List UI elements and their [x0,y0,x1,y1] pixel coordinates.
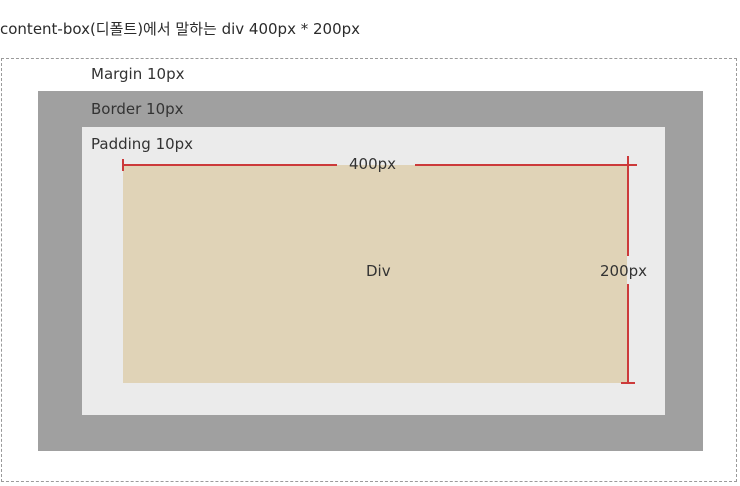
border-label: Border 10px [91,100,184,118]
padding-label: Padding 10px [91,135,194,153]
width-dimension-tick-left [122,159,124,171]
margin-label: Margin 10px [91,65,185,83]
width-dimension-line-left [123,164,337,166]
height-dimension-line-top [627,156,629,256]
diagram-title: content-box(디폴트)에서 말하는 div 400px * 200px [0,20,361,38]
height-dimension-line-bottom [627,284,629,383]
content-label: Div [366,262,391,280]
height-dimension-label: 200px [600,262,648,280]
height-dimension-tick-bottom [621,382,635,384]
width-dimension-label: 400px [349,155,397,173]
width-dimension-line-right [415,164,637,166]
